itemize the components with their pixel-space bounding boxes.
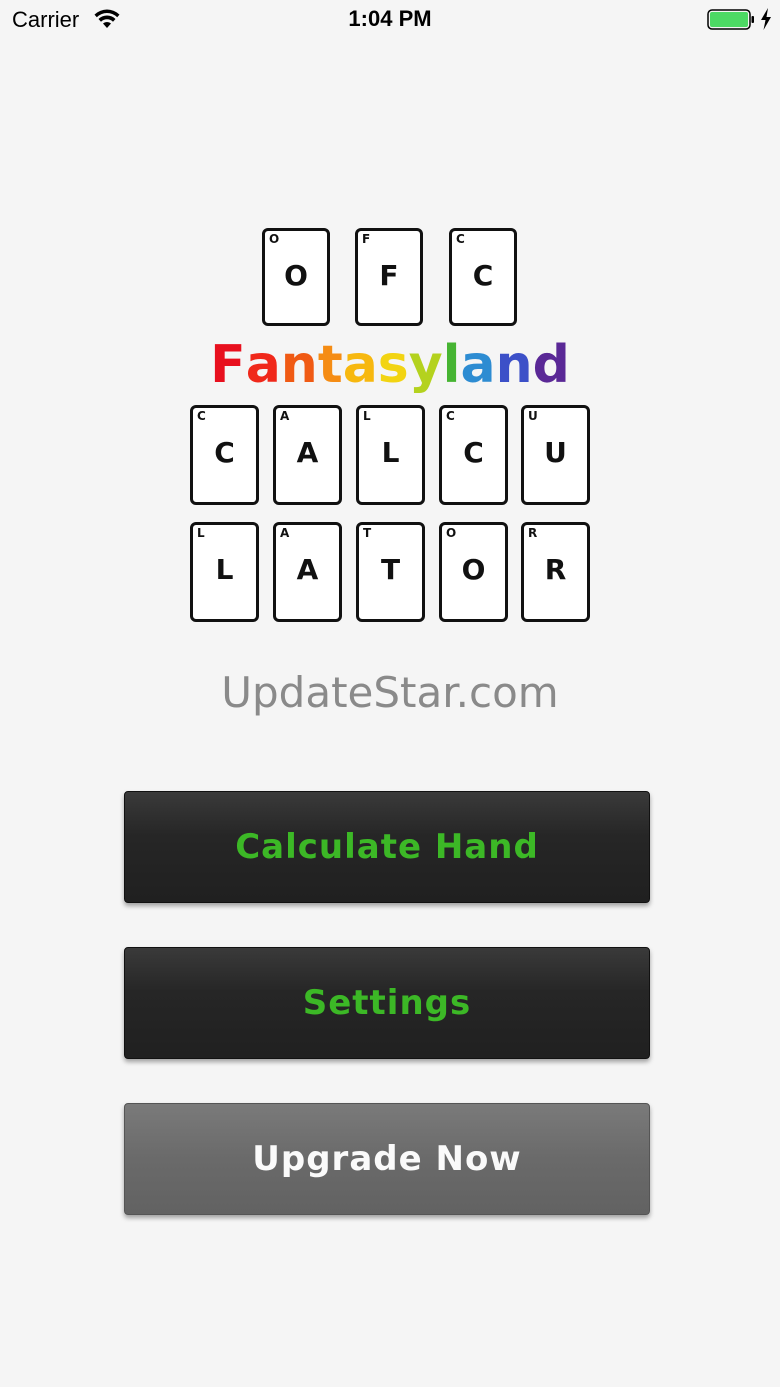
settings-button[interactable]: Settings — [124, 947, 650, 1059]
logo-card: U U — [521, 405, 590, 505]
logo-card: F F — [355, 228, 423, 326]
wordmark-letter: n — [280, 335, 318, 395]
logo-card: O O — [439, 522, 508, 622]
wordmark-letter: d — [532, 335, 570, 395]
wordmark-letter: F — [210, 335, 246, 395]
wordmark-letter: s — [377, 335, 409, 395]
logo-card: T T — [356, 522, 425, 622]
watermark-text: UpdateStar.com — [221, 668, 559, 717]
home-screen: Carrier 1:04 PM O O F F C C Fantasyland … — [0, 0, 780, 1387]
calculate-hand-button[interactable]: Calculate Hand — [124, 791, 650, 903]
logo-card: C C — [449, 228, 517, 326]
logo-card: L L — [190, 522, 259, 622]
logo-card: O O — [262, 228, 330, 326]
calculate-hand-label: Calculate Hand — [235, 827, 539, 867]
wordmark-letter: a — [245, 335, 281, 395]
logo-card: A A — [273, 405, 342, 505]
wordmark-letter: y — [408, 335, 443, 395]
wordmark-letter: n — [495, 335, 533, 395]
upgrade-now-button[interactable]: Upgrade Now — [124, 1103, 650, 1215]
upgrade-now-label: Upgrade Now — [252, 1139, 522, 1179]
wordmark-letter: l — [442, 335, 461, 395]
logo-card: R R — [521, 522, 590, 622]
wordmark-letter: a — [460, 335, 496, 395]
wordmark-letter: t — [317, 335, 343, 395]
settings-label: Settings — [302, 983, 472, 1023]
fantasyland-wordmark: Fantasyland — [0, 330, 780, 400]
logo-card: C C — [439, 405, 508, 505]
logo-card: A A — [273, 522, 342, 622]
logo-card: C C — [190, 405, 259, 505]
logo-card: L L — [356, 405, 425, 505]
app-logo: O O F F C C Fantasyland C C A A L L C C … — [0, 0, 780, 640]
wordmark-letter: a — [342, 335, 378, 395]
